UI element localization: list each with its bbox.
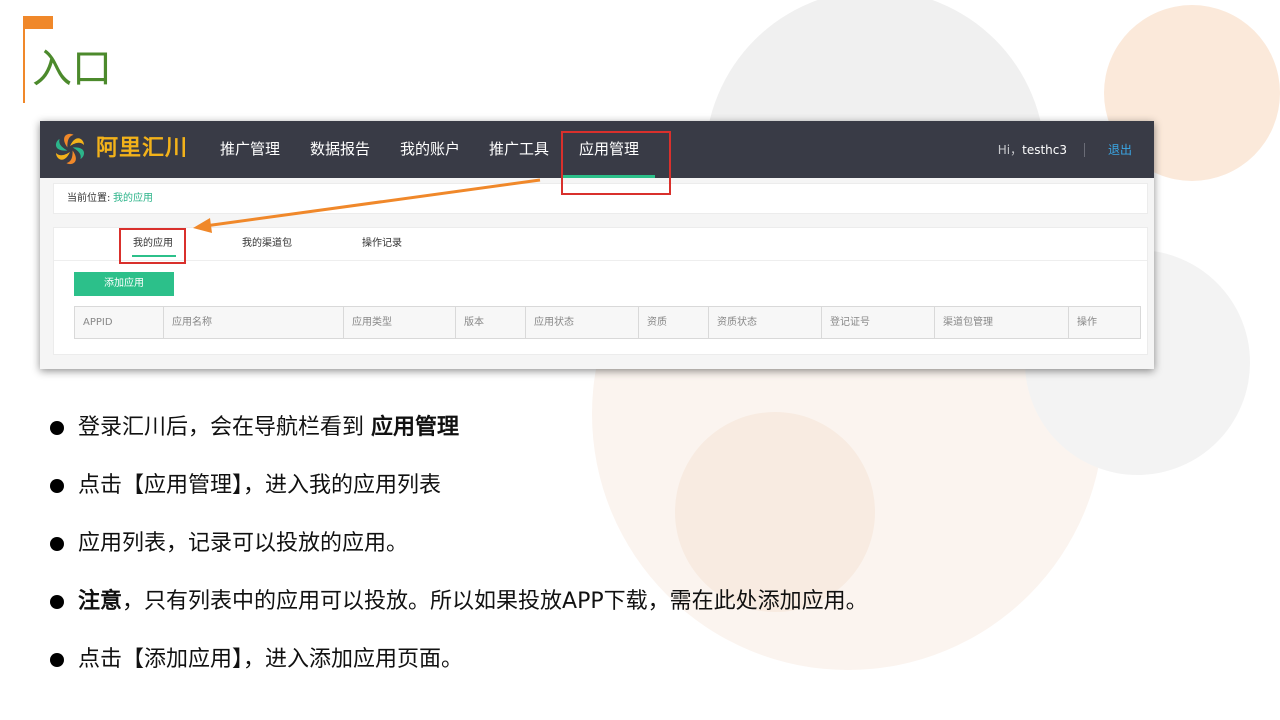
slide: 入口 阿里汇川 推广管理 数据报告 我的账户 推广工具 应用管理 Hi，test… [0,0,1280,720]
bullet-dot-icon [50,421,64,435]
bullet-bold-lead: 注意 [78,589,123,614]
bullet-dot-icon [50,595,64,609]
column-header-app-name[interactable]: 应用名称 [164,307,344,338]
breadcrumb-link-my-apps[interactable]: 我的应用 [113,192,153,206]
tab-highlight-box [119,228,186,264]
bullet-list: 登录汇川后，会在导航栏看到 应用管理 点击【应用管理】，进入我的应用列表 应用列… [48,406,1148,696]
column-header-registration-no[interactable]: 登记证号 [822,307,935,338]
column-header-qualification[interactable]: 资质 [639,307,709,338]
bullet-text: 点击【添加应用】，进入添加应用页面。 [78,647,464,672]
nav-item-reports[interactable]: 数据报告 [310,138,370,160]
brand-name: 阿里汇川 [96,136,189,161]
username: testhc3 [1022,143,1067,157]
tab-operation-log[interactable]: 操作记录 [362,237,402,251]
bullet-item: 点击【添加应用】，进入添加应用页面。 [48,638,1148,696]
greeting-prefix: Hi， [997,143,1023,157]
slide-title: 入口 [32,46,112,92]
bullet-item: 应用列表，记录可以投放的应用。 [48,522,1148,580]
nav-divider [1084,143,1085,157]
bullet-dot-icon [50,653,64,667]
bullet-text: ，只有列表中的应用可以投放。所以如果投放APP下载，需在此处添加应用。 [122,589,868,614]
column-header-app-type[interactable]: 应用类型 [344,307,456,338]
app-list-panel: 我的应用 我的渠道包 操作记录 添加应用 APPID 应用名称 应用类型 版本 … [53,227,1148,355]
column-header-qualification-status[interactable]: 资质状态 [709,307,822,338]
column-header-channel-package[interactable]: 渠道包管理 [935,307,1069,338]
user-greeting: Hi，testhc3 [998,141,1067,159]
bullet-item: 注意，只有列表中的应用可以投放。所以如果投放APP下载，需在此处添加应用。 [48,580,1148,638]
nav-highlight-box [561,131,671,195]
breadcrumb-label: 当前位置: [67,193,111,204]
tab-my-channel-packages[interactable]: 我的渠道包 [242,237,292,251]
title-accent-bar [23,16,53,29]
nav-item-account[interactable]: 我的账户 [400,138,460,160]
app-table-header: APPID 应用名称 应用类型 版本 应用状态 资质 资质状态 登记证号 渠道包… [74,306,1141,339]
add-app-button[interactable]: 添加应用 [74,272,174,296]
bullet-dot-icon [50,479,64,493]
logout-link[interactable]: 退出 [1108,141,1132,159]
nav-item-tools[interactable]: 推广工具 [489,138,549,160]
column-header-appid[interactable]: APPID [75,307,164,338]
brand-logo-icon [55,133,85,165]
title-accent-line [23,29,25,103]
bullet-dot-icon [50,537,64,551]
bullet-text: 点击【应用管理】，进入我的应用列表 [78,473,442,498]
column-header-version[interactable]: 版本 [456,307,526,338]
bullet-item: 点击【应用管理】，进入我的应用列表 [48,464,1148,522]
bullet-text: 应用列表，记录可以投放的应用。 [78,531,409,556]
bullet-text: 登录汇川后，会在导航栏看到 [78,415,371,440]
bullet-item: 登录汇川后，会在导航栏看到 应用管理 [48,406,1148,464]
bullet-bold-text: 应用管理 [371,415,460,440]
tab-bar: 我的应用 我的渠道包 操作记录 [54,228,1147,261]
nav-item-promotion[interactable]: 推广管理 [220,138,280,160]
column-header-app-status[interactable]: 应用状态 [526,307,639,338]
column-header-actions[interactable]: 操作 [1069,307,1140,338]
